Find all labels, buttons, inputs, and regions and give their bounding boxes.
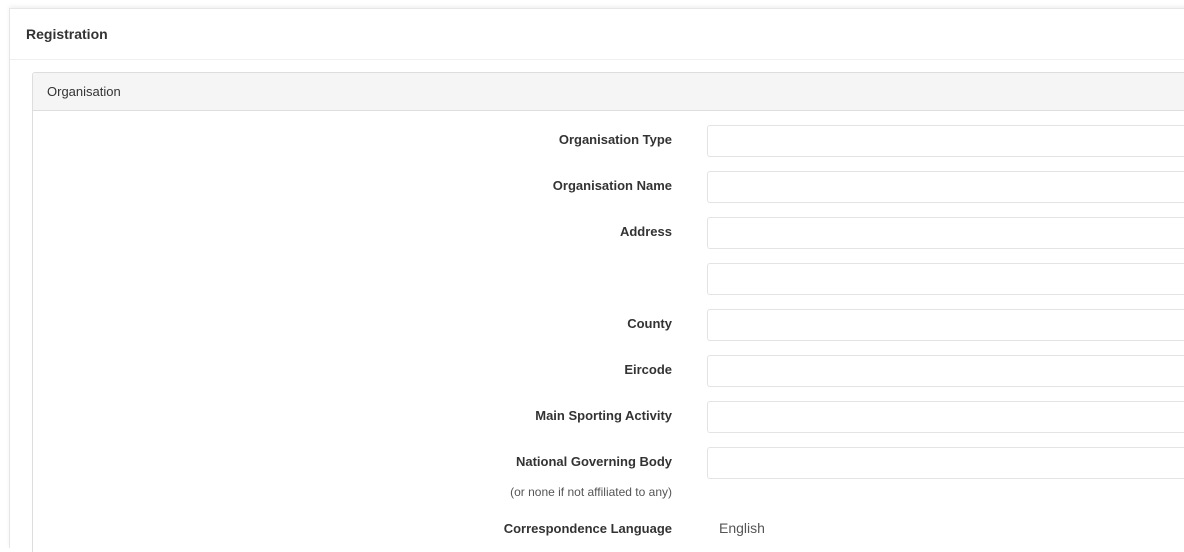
organisation-section-header: Organisation — [33, 73, 1184, 111]
address-line1-input[interactable] — [707, 217, 1184, 249]
address-label: Address — [619, 224, 672, 239]
main-sporting-activity-label: Main Sporting Activity — [535, 408, 672, 423]
main-sporting-activity-input[interactable] — [707, 401, 1184, 433]
registration-panel-header: Registration — [10, 9, 1184, 60]
national-governing-body-note: (or none if not affiliated to any) — [510, 485, 672, 499]
county-input[interactable] — [707, 309, 1184, 341]
organisation-name-label: Organisation Name — [552, 178, 672, 193]
national-governing-body-label: National Governing Body — [515, 454, 672, 469]
organisation-section-title: Organisation — [47, 84, 121, 99]
correspondence-language-label: Correspondence Language — [503, 521, 672, 536]
county-label: County — [627, 316, 672, 331]
address-line2-input[interactable] — [707, 263, 1184, 295]
eircode-input[interactable] — [707, 355, 1184, 387]
national-governing-body-input[interactable] — [707, 447, 1184, 479]
registration-panel: Registration Organisation Organisation T… — [9, 8, 1184, 552]
correspondence-language-value[interactable]: English — [719, 520, 765, 536]
organisation-name-input[interactable] — [707, 171, 1184, 203]
registration-title: Registration — [26, 26, 108, 42]
organisation-type-input[interactable] — [707, 125, 1184, 157]
organisation-section: Organisation Organisation Type Organisat… — [32, 72, 1184, 552]
organisation-type-label: Organisation Type — [558, 132, 672, 147]
eircode-label: Eircode — [624, 362, 672, 377]
